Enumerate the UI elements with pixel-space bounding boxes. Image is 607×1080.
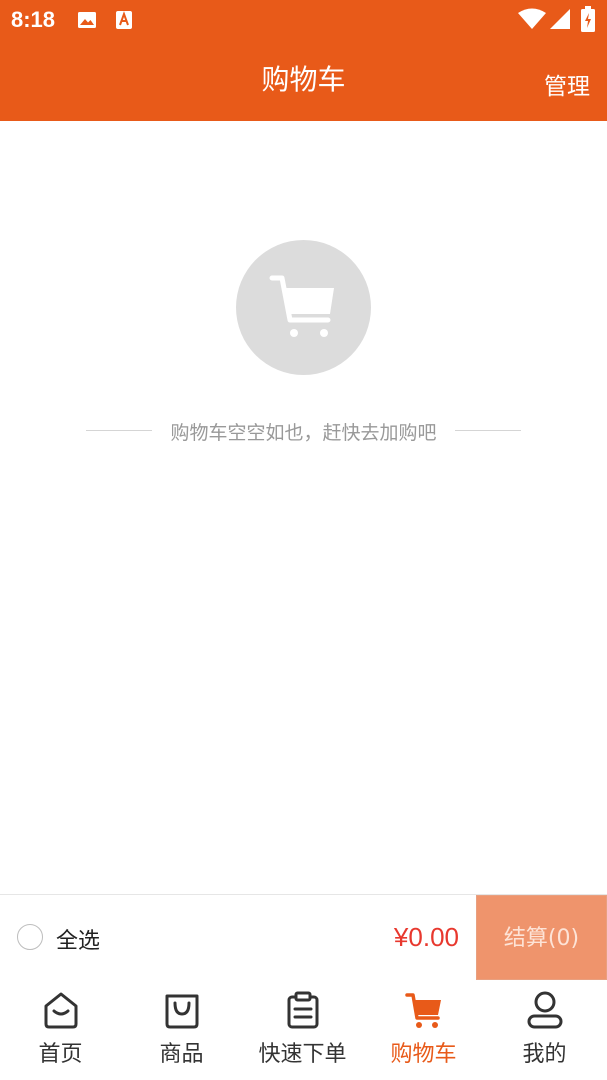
select-all-label[interactable]: 全选 <box>56 923 100 955</box>
divider-left <box>86 430 152 431</box>
signal-icon <box>550 9 570 29</box>
wifi-icon <box>518 8 546 29</box>
tab-home[interactable]: 首页 <box>0 980 121 1080</box>
empty-cart-message: 购物车空空如也，赶快去加购吧 <box>170 422 437 444</box>
tab-quick-order[interactable]: 快速下单 <box>242 980 363 1080</box>
app-header: 购物车 管理 <box>0 40 607 121</box>
select-all-radio[interactable] <box>17 924 43 950</box>
home-icon <box>44 992 78 1029</box>
cart-icon <box>405 993 441 1028</box>
tab-profile-label: 我的 <box>522 1042 567 1067</box>
page-title: 购物车 <box>261 63 346 96</box>
tab-products[interactable]: 商品 <box>121 980 242 1080</box>
status-bar: 8:18 <box>0 0 607 40</box>
user-icon <box>527 991 563 1029</box>
bottom-tab-bar: 首页 商品 快速下单 购物车 我的 <box>0 980 607 1080</box>
divider-right <box>455 430 521 431</box>
tab-products-label: 商品 <box>159 1042 204 1067</box>
checkout-button[interactable]: 结算(0) <box>476 895 607 980</box>
tab-quick-order-label: 快速下单 <box>258 1042 347 1067</box>
shopping-bag-icon <box>165 994 199 1029</box>
total-price: ¥0.00 <box>393 922 459 952</box>
status-time: 8:18 <box>11 7 56 32</box>
battery-charging-icon <box>581 6 595 32</box>
manage-button[interactable]: 管理 <box>544 67 590 101</box>
shopping-cart-icon <box>269 275 334 337</box>
tab-home-label: 首页 <box>38 1042 83 1067</box>
cart-page: 8:18 购物车 管理 购物车空空如也，赶快去加购吧 全选 ¥0.00 结算(0… <box>0 0 607 1080</box>
tab-profile[interactable]: 我的 <box>484 980 605 1080</box>
tab-cart[interactable]: 购物车 <box>363 980 484 1080</box>
tab-cart-label: 购物车 <box>390 1042 457 1067</box>
checkout-bar: 全选 ¥0.00 结算(0) <box>0 894 607 980</box>
clipboard-icon <box>287 991 319 1029</box>
image-icon <box>78 12 96 28</box>
a-icon <box>116 11 132 29</box>
